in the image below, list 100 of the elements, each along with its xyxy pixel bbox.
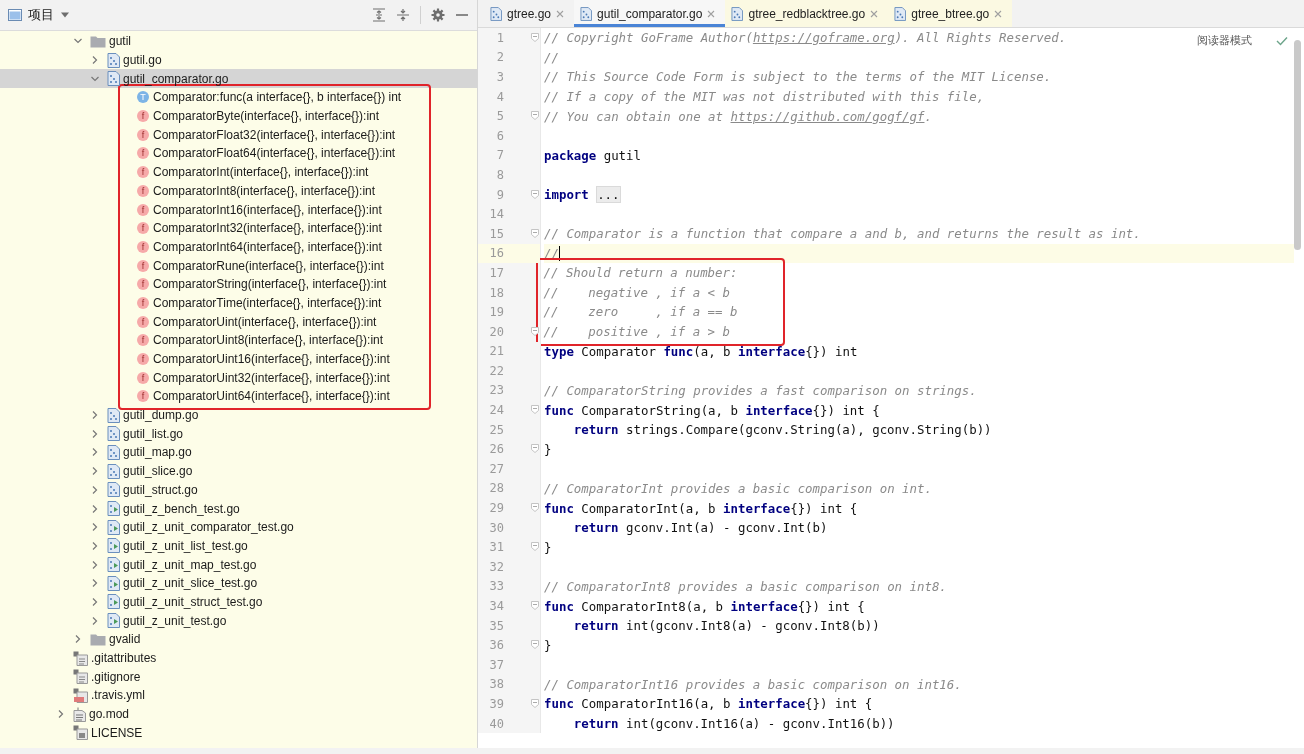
text-cursor [558, 245, 561, 261]
tree-row[interactable]: f ComparatorInt8(interface{}, interface{}):int [120, 181, 402, 201]
project-view-dropdown[interactable]: 项目 [8, 6, 70, 24]
tree-row[interactable]: .gitattributes [0, 648, 477, 668]
close-icon[interactable] [556, 9, 565, 18]
chevron-right-icon[interactable] [90, 484, 100, 495]
line-number: 36 [488, 638, 504, 653]
fold-marker-icon[interactable] [531, 189, 539, 199]
check-icon [1276, 35, 1288, 46]
line-number: 24 [488, 403, 504, 418]
code-link[interactable]: https://goframe.org [752, 30, 895, 46]
tree-row[interactable]: f ComparatorFloat64(interface{}, interface{}):int [120, 144, 402, 163]
tree-row[interactable]: f ComparatorUint64(interface{}, interface{}):int [120, 387, 402, 406]
editor-tab[interactable]: gtree_redblacktree.go [725, 0, 889, 27]
tree-row[interactable]: gutil_z_unit_list_test.go [0, 536, 477, 556]
tree-row[interactable]: f ComparatorString(interface{}, interface{}):int [120, 274, 402, 294]
tree-row[interactable]: f ComparatorInt64(interface{}, interface{}):int [120, 237, 402, 257]
tree-row[interactable]: LICENSE [0, 723, 477, 743]
chevron-right-icon[interactable] [73, 634, 83, 645]
chevron-right-icon[interactable] [56, 709, 66, 720]
tree-row[interactable]: f ComparatorUint(interface{}, interface{}):int [120, 312, 402, 331]
fold-marker-icon[interactable] [531, 326, 539, 336]
tree-row[interactable]: f ComparatorInt32(interface{}, interface{}):int [120, 218, 402, 238]
tree-row[interactable]: gutil_dump.go [0, 405, 477, 425]
expand-all-icon[interactable] [372, 8, 386, 22]
code-link[interactable]: https://github.com/gogf/gf [730, 108, 925, 124]
tree-row[interactable]: gutil_slice.go [0, 461, 477, 481]
chevron-right-icon[interactable] [90, 540, 100, 551]
fold-marker-icon[interactable] [531, 601, 539, 611]
tree-row[interactable]: gutil_struct.go [0, 480, 477, 500]
tree-row[interactable]: f ComparatorInt(interface{}, interface{}):int [120, 162, 402, 182]
chevron-right-icon[interactable] [90, 466, 100, 477]
tree-row[interactable]: gutil_z_bench_test.go [0, 499, 477, 518]
code-line: // Copyright GoFrame Author(https://goframe.org). All Rights Reserved. [544, 30, 1067, 46]
tree-row[interactable]: gutil [0, 32, 477, 51]
tree-row[interactable]: .travis.yml [0, 686, 477, 705]
file-icon [107, 71, 120, 87]
tree-row[interactable]: gutil_z_unit_slice_test.go [0, 573, 477, 593]
tree-row[interactable]: .gitignore [0, 667, 477, 687]
tree-row[interactable]: f ComparatorByte(interface{}, interface{}):int [120, 106, 402, 126]
tree-row[interactable]: go.mod [0, 704, 477, 724]
chevron-right-icon[interactable] [90, 447, 100, 458]
folder-icon [90, 34, 106, 48]
fold-marker-icon[interactable] [531, 228, 539, 238]
tree-row[interactable]: T Comparator:func(a interface{}, b interface{}) int [120, 88, 402, 107]
function-badge: f [137, 371, 149, 384]
code-line: } [544, 539, 552, 555]
chevron-right-icon[interactable] [90, 503, 100, 514]
line-number: 37 [488, 657, 504, 672]
function-badge: f [137, 240, 149, 253]
editor-tab[interactable]: gtree_btree.go [888, 0, 1013, 27]
tree-row[interactable]: f ComparatorUint32(interface{}, interface{}):int [120, 368, 402, 388]
tree-row[interactable]: gutil_list.go [0, 424, 477, 444]
tree-row[interactable]: gutil.go [0, 50, 477, 70]
tree-row[interactable]: gvalid [0, 630, 477, 649]
tree-row[interactable]: f ComparatorUint8(interface{}, interface{}):int [120, 331, 402, 350]
tree-row[interactable]: gutil_comparator.go [0, 69, 477, 89]
reader-mode-link[interactable]: 阅读器模式 [1197, 33, 1252, 48]
code-line: return int(gconv.Int8(a) - gconv.Int8(b)) [572, 618, 880, 634]
line-number: 23 [488, 383, 504, 398]
fold-marker-icon[interactable] [531, 444, 539, 454]
scrollbar-thumb[interactable] [1294, 40, 1301, 250]
close-icon[interactable] [870, 9, 879, 18]
file-icon [107, 463, 120, 479]
file-icon [490, 6, 502, 21]
chevron-right-icon[interactable] [90, 559, 100, 570]
tree-row[interactable]: f ComparatorUint16(interface{}, interface{}):int [120, 349, 402, 369]
chevron-right-icon[interactable] [90, 522, 100, 533]
fold-marker-icon[interactable] [531, 542, 539, 552]
line-number: 14 [488, 207, 504, 222]
fold-marker-icon[interactable] [531, 33, 539, 42]
tree-row[interactable]: f ComparatorRune(interface{}, interface{}):int [120, 256, 402, 275]
tree-row[interactable]: gutil_z_unit_test.go [0, 611, 477, 630]
fold-marker-icon[interactable] [531, 640, 539, 650]
collapse-all-icon[interactable] [396, 8, 410, 22]
chevron-right-icon[interactable] [90, 410, 100, 421]
tree-row[interactable]: gutil_z_unit_comparator_test.go [0, 517, 477, 537]
settings-icon[interactable] [431, 8, 445, 22]
chevron-right-icon[interactable] [90, 578, 100, 589]
close-icon[interactable] [994, 9, 1003, 18]
line-number: 29 [488, 501, 504, 516]
close-icon[interactable] [707, 9, 716, 18]
chevron-right-icon[interactable] [90, 55, 100, 66]
code-line: // Comparator is a function that compare a and b, and returns the result as int. [544, 226, 1141, 242]
line-number: 28 [488, 481, 504, 496]
chevron-right-icon[interactable] [90, 596, 100, 607]
chevron-right-icon[interactable] [90, 615, 100, 626]
tree-row[interactable]: f ComparatorInt16(interface{}, interface{}):int [120, 200, 402, 219]
tree-row[interactable]: gutil_z_unit_struct_test.go [0, 592, 477, 612]
fold-marker-icon[interactable] [531, 111, 539, 121]
line-number: 21 [488, 344, 504, 359]
editor-tab[interactable]: gutil_comparator.go [574, 0, 726, 27]
tree-row[interactable]: f ComparatorFloat32(interface{}, interface{}):int [120, 125, 402, 145]
tree-row[interactable]: gutil_map.go [0, 443, 477, 462]
fold-marker-icon[interactable] [531, 699, 539, 709]
fold-marker-icon[interactable] [531, 405, 539, 415]
tree-row[interactable]: gutil_z_unit_map_test.go [0, 555, 477, 574]
fold-marker-icon[interactable] [531, 503, 539, 513]
tree-row[interactable]: f ComparatorTime(interface{}, interface{}):int [120, 293, 402, 313]
chevron-right-icon[interactable] [90, 428, 100, 439]
